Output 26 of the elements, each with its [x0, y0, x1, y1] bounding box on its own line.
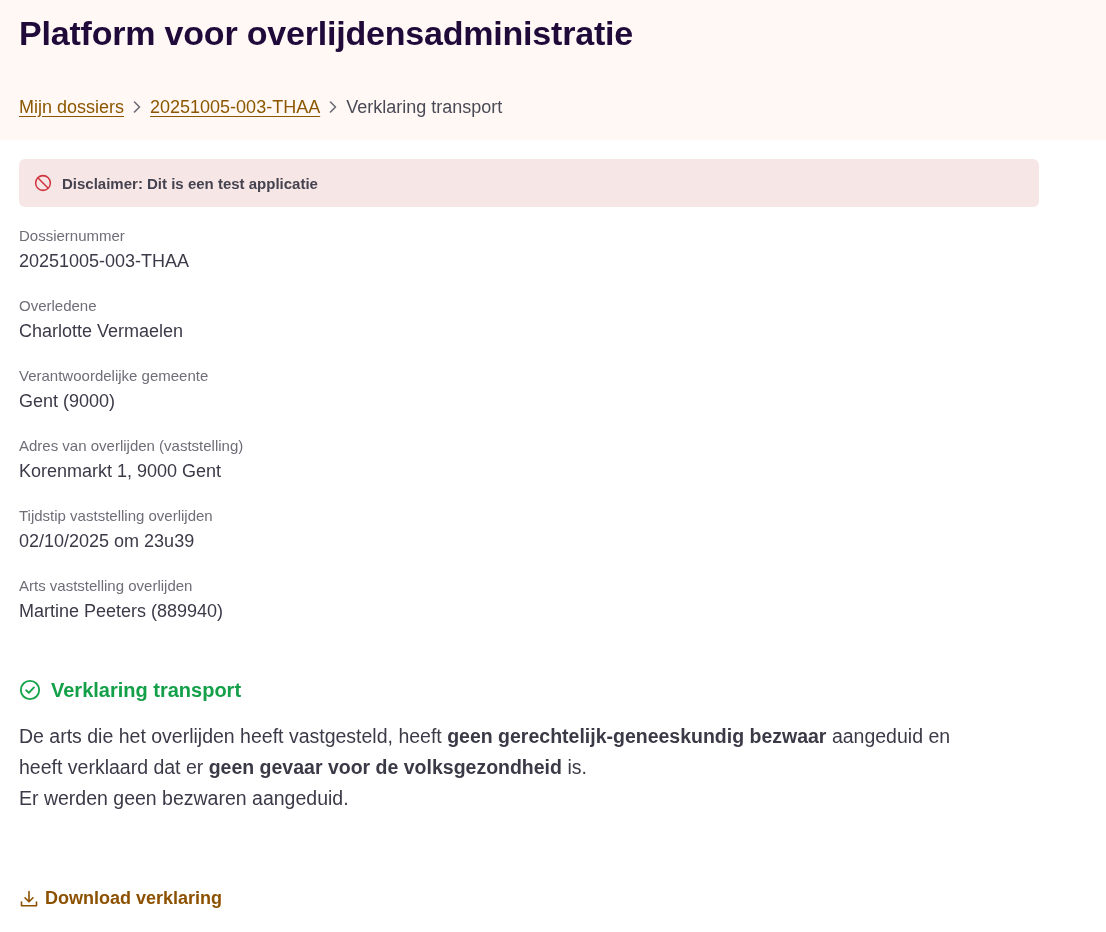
section-title: Verklaring transport — [51, 678, 242, 703]
download-icon — [19, 888, 39, 909]
field-label: Adres van overlijden (vaststelling) — [19, 437, 244, 455]
breadcrumb-link[interactable]: 20251005-003-THAA — [150, 95, 321, 119]
field-label: Tijdstip vaststelling overlijden — [19, 507, 213, 525]
field-value: Korenmarkt 1, 9000 Gent — [19, 460, 222, 483]
field-label: Dossiernummer — [19, 227, 125, 245]
field-value: 02/10/2025 om 23u39 — [19, 530, 195, 553]
paragraph: Er werden geen bezwaren aangeduid. — [19, 786, 350, 811]
breadcrumb-link[interactable]: Mijn dossiers — [19, 95, 125, 119]
field-label: Overledene — [19, 297, 97, 315]
field-label: Verantwoordelijke gemeente — [19, 367, 209, 385]
chevron-icon — [329, 101, 338, 113]
field-value: 20251005-003-THAA — [19, 250, 190, 273]
paragraph: De arts die het overlijden heeft vastgesteld, heeft geen gerechtelijk-geneeskundig bezwaar aangeduid en heeft verklaard dat er geen gevaar voor de volksgezondheid is. — [19, 724, 952, 780]
prohibited-icon — [34, 174, 52, 192]
field-label: Arts vaststelling overlijden — [19, 577, 193, 595]
field-value: Charlotte Vermaelen — [19, 320, 184, 343]
check-circle-icon — [19, 679, 41, 701]
field-value: Gent (9000) — [19, 390, 116, 413]
download-link[interactable]: Download verklaring — [19, 888, 223, 909]
disclaimer-text: Disclaimer: Dit is een test applicatie — [62, 174, 318, 192]
page-title: Platform voor overlijdensadministratie — [19, 13, 633, 54]
breadcrumb-current: Verklaring transport — [346, 96, 503, 119]
field-value: Martine Peeters (889940) — [19, 600, 224, 623]
chevron-icon — [133, 101, 142, 113]
